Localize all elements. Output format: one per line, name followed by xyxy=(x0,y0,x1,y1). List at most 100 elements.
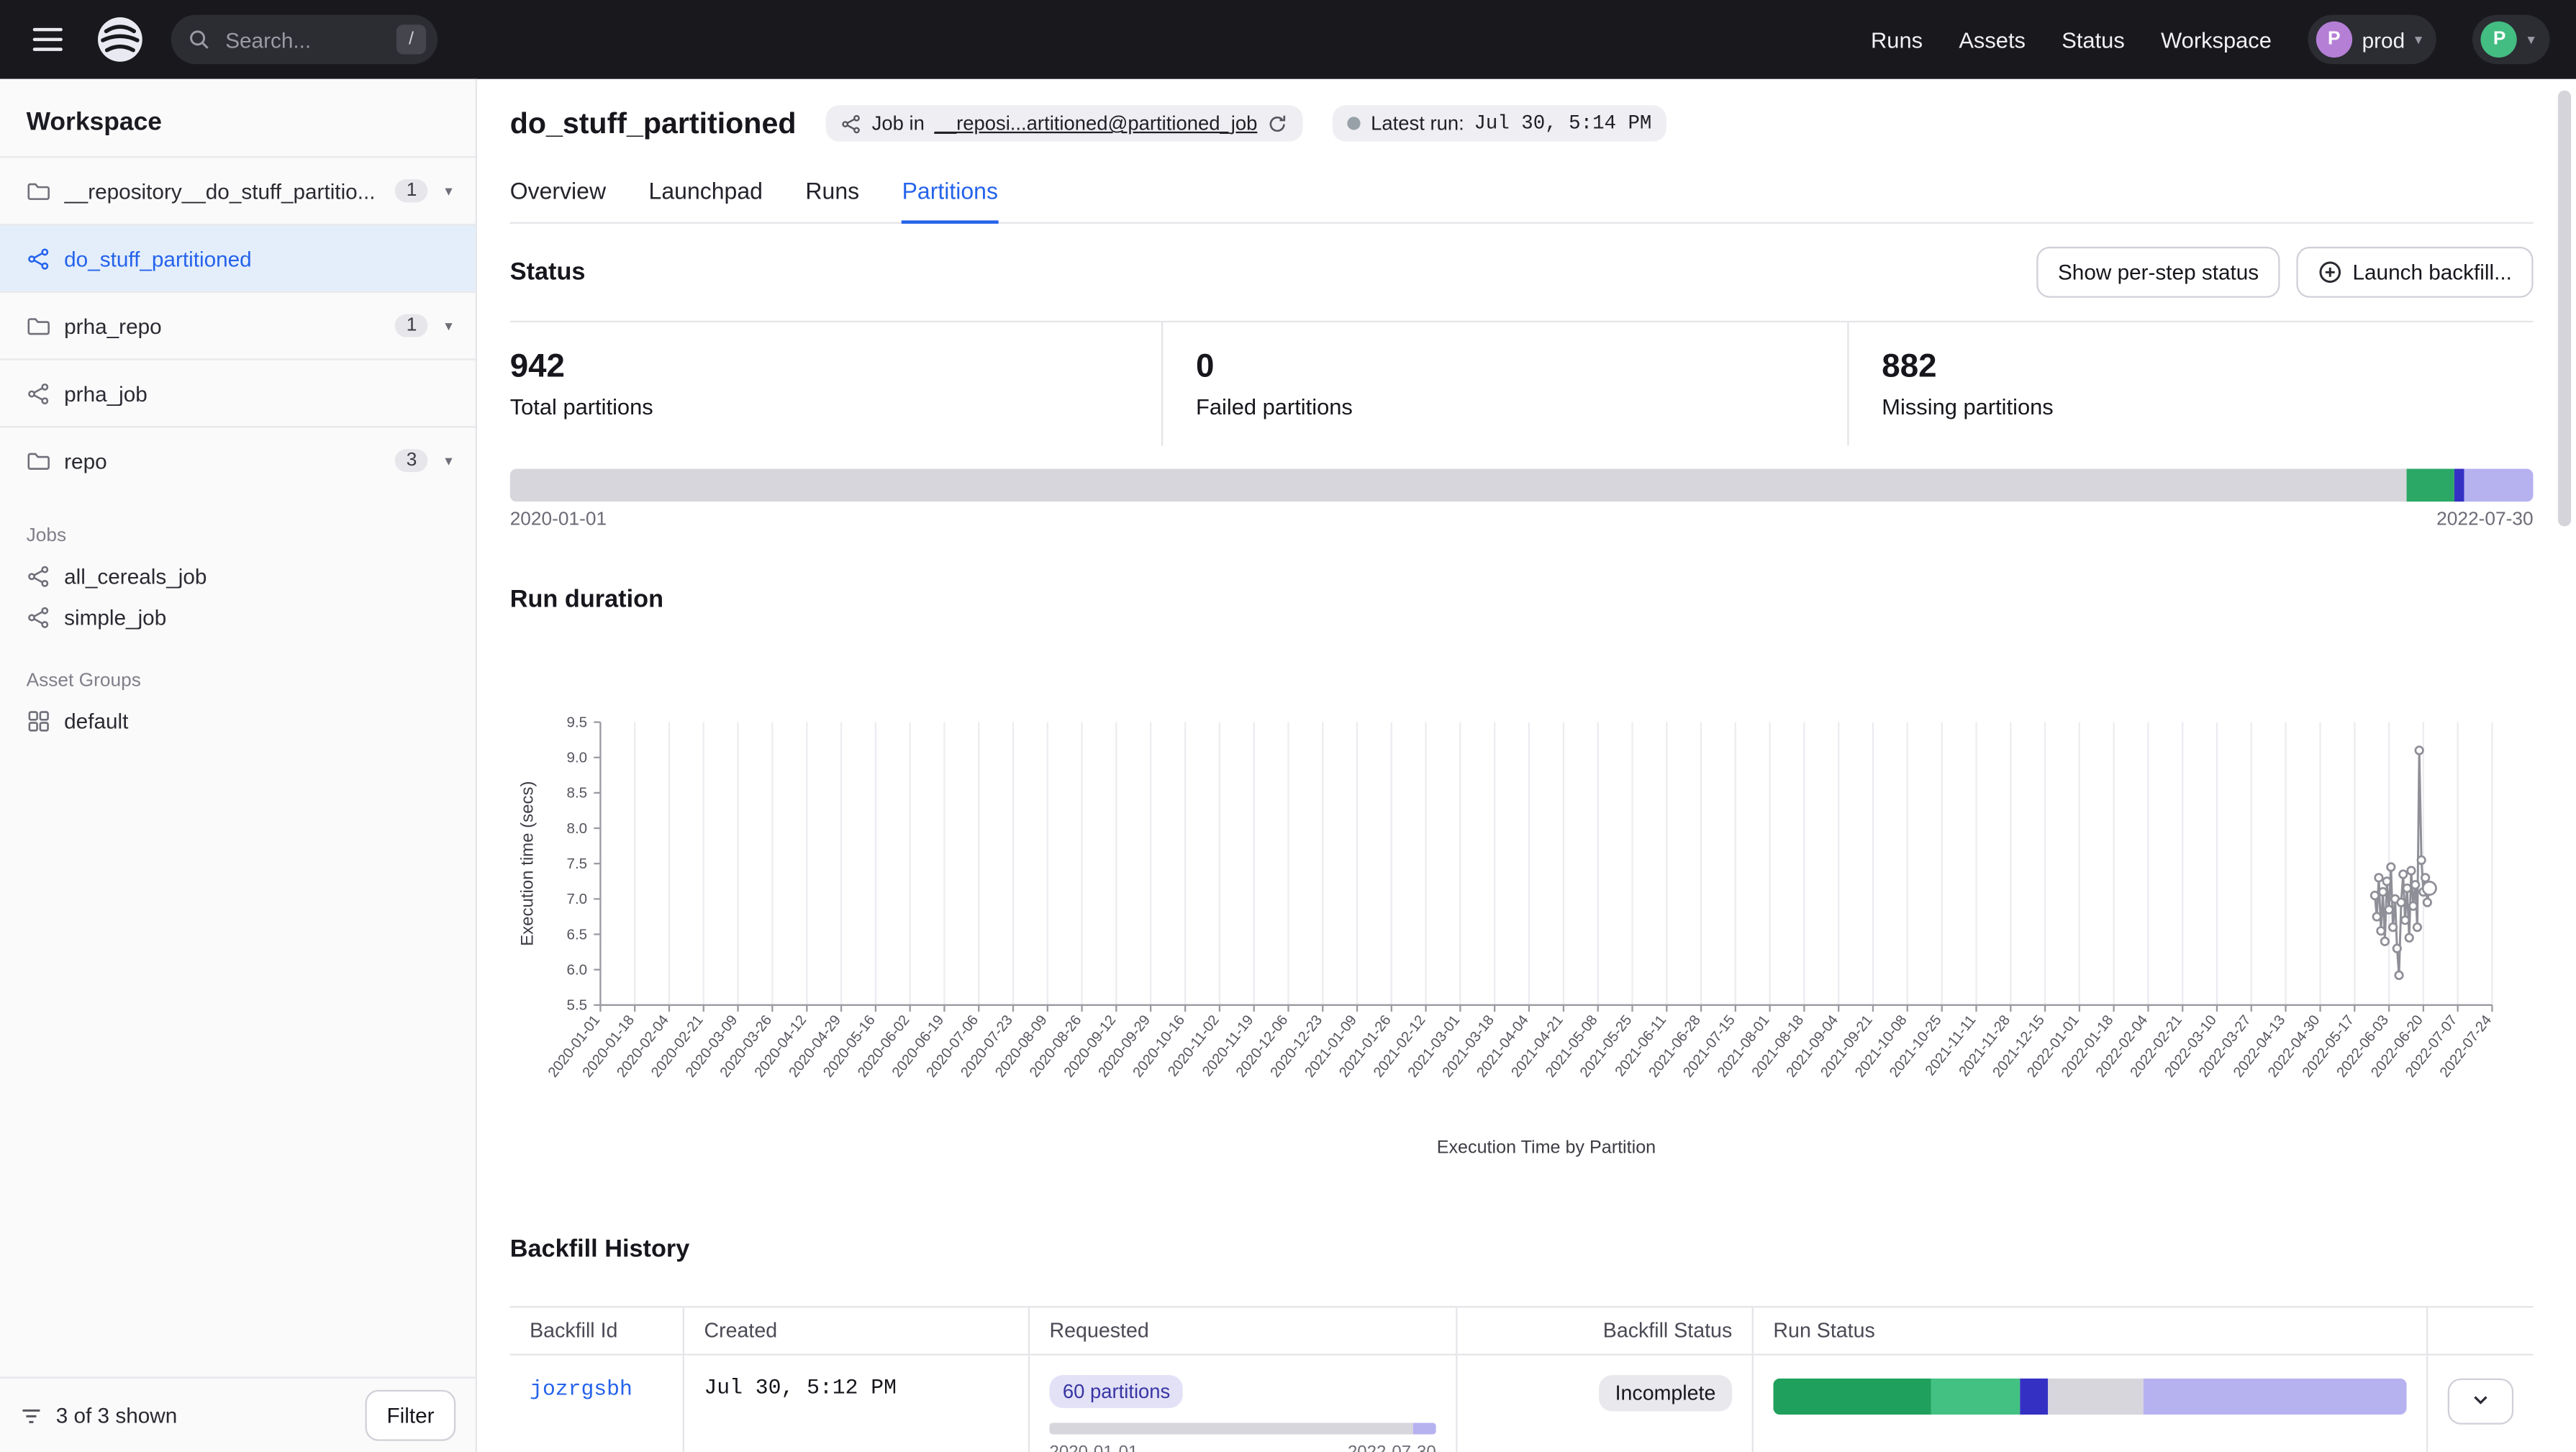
column-header-backfill-status: Backfill Status xyxy=(1456,1307,1751,1353)
stat-label: Missing partitions xyxy=(1882,395,2500,419)
chevron-down-icon: ▾ xyxy=(2528,32,2535,47)
bar-segment xyxy=(1050,1422,1413,1434)
sidebar-item-prha-repo[interactable]: prha_repo 1 ▾ xyxy=(0,291,476,359)
folder-icon xyxy=(27,448,51,473)
backfill-id-link[interactable]: jozrgsbh xyxy=(530,1376,632,1401)
nav-link-status[interactable]: Status xyxy=(2062,27,2125,52)
repo-label: __repository__do_stuff_partitio... xyxy=(64,178,381,203)
launch-backfill-button[interactable]: Launch backfill... xyxy=(2297,247,2534,298)
dagster-logo-icon[interactable] xyxy=(92,12,148,68)
run-status-dot xyxy=(1348,117,1361,130)
requested-partitions-chip[interactable]: 60 partitions xyxy=(1050,1375,1184,1408)
hamburger-menu-icon[interactable] xyxy=(27,22,69,58)
shown-count-label: 3 of 3 shown xyxy=(56,1403,178,1428)
page-header: do_stuff_partitioned Job in __reposi...a… xyxy=(510,79,2534,142)
tab-launchpad[interactable]: Launchpad xyxy=(649,178,763,222)
bar-segment xyxy=(510,469,2406,502)
sidebar-footer: 3 of 3 shown Filter xyxy=(0,1376,476,1452)
sidebar-item-default-asset-group[interactable]: default xyxy=(0,701,476,742)
job-label: do_stuff_partitioned xyxy=(64,246,455,271)
svg-text:7.5: 7.5 xyxy=(567,856,588,872)
stat-value: 942 xyxy=(510,349,1129,387)
reload-icon[interactable] xyxy=(1267,113,1289,135)
job-location-badge: Job in __reposi...artitioned@partitioned… xyxy=(826,105,1304,141)
latest-run-label: Latest run: xyxy=(1371,112,1464,135)
search-input[interactable] xyxy=(222,25,389,53)
bar-segment xyxy=(2047,1379,2144,1415)
bar-segment xyxy=(2144,1379,2406,1415)
launch-backfill-label: Launch backfill... xyxy=(2352,260,2511,284)
expand-row-button[interactable] xyxy=(2448,1379,2513,1425)
table-row: jozrgsbh Jul 30, 5:12 PM 60 partitions 2… xyxy=(510,1356,2534,1452)
svg-text:8.5: 8.5 xyxy=(567,785,588,802)
filter-button[interactable]: Filter xyxy=(366,1390,455,1441)
sidebar-item-repository[interactable]: __repository__do_stuff_partitio... 1 ▾ xyxy=(0,156,476,224)
jobs-section-label: Jobs xyxy=(0,494,476,556)
navbar-right: Runs Assets Status Workspace P prod ▾ P … xyxy=(1871,15,2549,65)
sidebar-title: Workspace xyxy=(0,79,476,156)
deployment-switcher[interactable]: P prod ▾ xyxy=(2308,15,2437,65)
chevron-down-icon: ▾ xyxy=(2415,32,2422,47)
nav-link-runs[interactable]: Runs xyxy=(1871,27,1923,52)
column-header-run-status: Run Status xyxy=(1752,1307,2426,1353)
nav-link-workspace[interactable]: Workspace xyxy=(2161,27,2272,52)
sidebar-item-prha-job[interactable]: prha_job xyxy=(0,358,476,426)
count-badge: 3 xyxy=(395,449,429,472)
scrollbar-thumb[interactable] xyxy=(2558,91,2571,527)
column-header-actions xyxy=(2426,1307,2534,1353)
backfill-table: Backfill Id Created Requested Backfill S… xyxy=(510,1306,2534,1452)
chevron-down-icon[interactable]: ▾ xyxy=(442,178,456,203)
column-header-requested: Requested xyxy=(1028,1307,1456,1353)
bar-segment xyxy=(1413,1422,1436,1434)
latest-run-time-link[interactable]: Jul 30, 5:14 PM xyxy=(1474,112,1651,135)
deployment-avatar: P xyxy=(2316,22,2352,58)
bar-segment xyxy=(2021,1379,2048,1415)
tab-partitions[interactable]: Partitions xyxy=(902,178,998,224)
sidebar-item-do-stuff-partitioned[interactable]: do_stuff_partitioned xyxy=(0,224,476,291)
backfill-history-heading: Backfill History xyxy=(510,1235,2534,1263)
chevron-down-icon[interactable]: ▾ xyxy=(442,314,456,338)
bar-segment xyxy=(1773,1379,1931,1415)
run-duration-chart[interactable]: 2020-01-012020-01-182020-02-042020-02-21… xyxy=(510,640,2534,1159)
backfill-status-badge: Incomplete xyxy=(1599,1375,1733,1411)
latest-run-badge: Latest run: Jul 30, 5:14 PM xyxy=(1333,105,1666,141)
job-icon xyxy=(840,113,862,135)
status-heading: Status xyxy=(510,258,586,286)
stat-label: Total partitions xyxy=(510,395,1129,419)
show-per-step-status-button[interactable]: Show per-step status xyxy=(2036,247,2280,298)
svg-text:7.0: 7.0 xyxy=(567,891,588,907)
search-icon xyxy=(188,28,211,51)
bar-start-date: 2020-01-01 xyxy=(510,510,607,530)
tab-overview[interactable]: Overview xyxy=(510,178,606,222)
stat-label: Failed partitions xyxy=(1196,395,1815,419)
search-box[interactable]: / xyxy=(171,15,437,65)
nav-link-assets[interactable]: Assets xyxy=(1959,27,2026,52)
sidebar-item-all-cereals-job[interactable]: all_cereals_job xyxy=(0,556,476,597)
column-header-backfill-id: Backfill Id xyxy=(510,1307,683,1353)
partition-status-bar[interactable] xyxy=(510,469,2534,502)
job-label: prha_job xyxy=(64,381,455,405)
count-badge: 1 xyxy=(395,179,429,202)
sidebar-item-simple-job[interactable]: simple_job xyxy=(0,597,476,638)
run-status-bar[interactable] xyxy=(1773,1379,2406,1415)
plus-circle-icon xyxy=(2318,260,2342,284)
requested-range-bar xyxy=(1050,1422,1436,1434)
bar-segment xyxy=(2454,469,2464,502)
backfill-table-header: Backfill Id Created Requested Backfill S… xyxy=(510,1306,2534,1356)
user-menu[interactable]: P ▾ xyxy=(2473,15,2549,65)
bar-segment xyxy=(2405,469,2454,502)
sidebar-item-repo[interactable]: repo 3 ▾ xyxy=(0,426,476,494)
svg-text:6.0: 6.0 xyxy=(567,962,588,979)
chevron-down-icon[interactable]: ▾ xyxy=(442,448,456,473)
status-header-row: Status Show per-step status Launch backf… xyxy=(510,224,2534,321)
search-shortcut-badge: / xyxy=(396,24,426,54)
job-icon xyxy=(27,381,51,405)
bar-segment xyxy=(2464,469,2534,502)
bar-end-date: 2022-07-30 xyxy=(2436,510,2533,530)
job-icon xyxy=(27,605,51,630)
app-window: / Runs Assets Status Workspace P prod ▾ … xyxy=(0,0,2576,1452)
stat-value: 0 xyxy=(1196,349,1815,387)
bar-segment xyxy=(1931,1379,2020,1415)
job-badge-target-link[interactable]: __reposi...artitioned@partitioned_job xyxy=(935,112,1258,135)
tab-runs[interactable]: Runs xyxy=(805,178,859,222)
